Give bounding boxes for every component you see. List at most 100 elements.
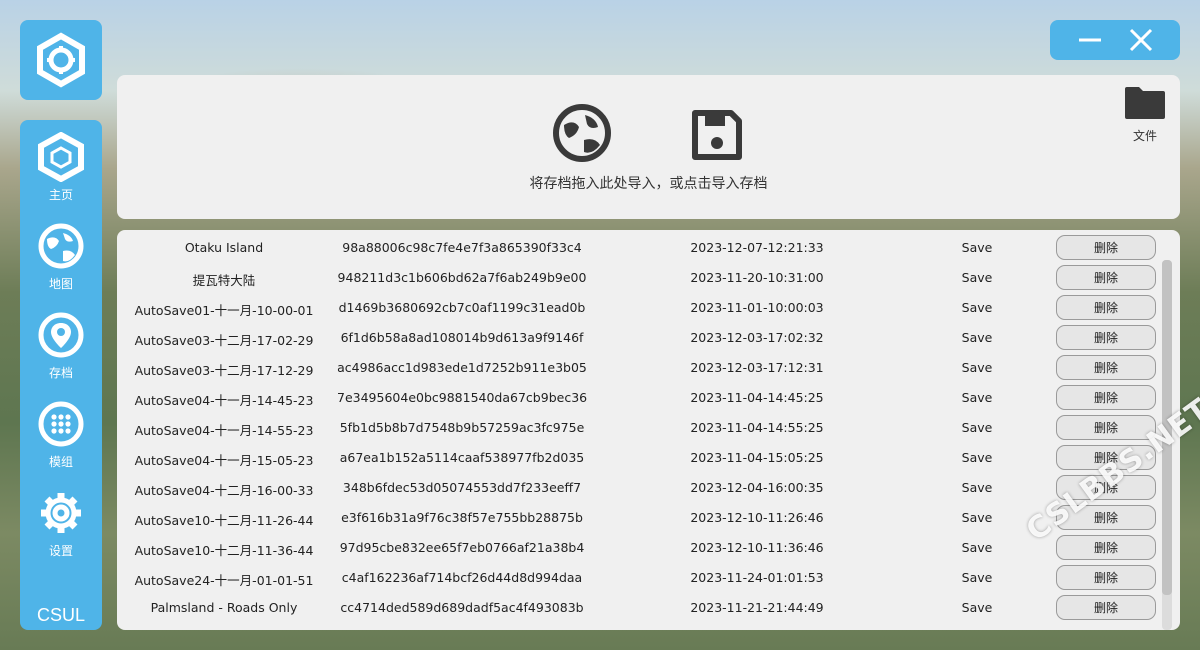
- delete-button[interactable]: 删除: [1056, 355, 1156, 380]
- file-button-label: 文件: [1132, 129, 1157, 143]
- save-date: 2023-11-01-10:00:03: [690, 300, 824, 315]
- delete-button[interactable]: 删除: [1056, 385, 1156, 410]
- delete-button[interactable]: 删除: [1056, 325, 1156, 350]
- save-type: Save: [961, 240, 993, 255]
- save-date: 2023-11-04-15:05:25: [690, 450, 824, 465]
- save-hash: 98a88006c98c7fe4e7f3a865390f33c4: [342, 240, 582, 255]
- app-logo: [20, 20, 102, 100]
- save-name: AutoSave04-十一月-14-55-23: [134, 423, 314, 438]
- cube-home-icon: [38, 132, 84, 182]
- gear-icon: [41, 493, 81, 533]
- save-date: 2023-12-04-16:00:35: [690, 480, 824, 495]
- save-name: 提瓦特大陆: [192, 273, 256, 288]
- save-name: AutoSave10-十二月-11-26-44: [134, 513, 314, 528]
- table-row: AutoSave24-十一月-01-01-51 c4af162236af714bc…: [117, 562, 1157, 592]
- save-name: AutoSave04-十二月-16-00-33: [134, 483, 314, 498]
- table-row: AutoSave01-十一月-10-00-01 d1469b3680692cb7c…: [117, 292, 1157, 322]
- table-row: AutoSave04-十一月-15-05-23 a67ea1b152a5114ca…: [117, 442, 1157, 472]
- save-name: Otaku Island: [184, 240, 264, 255]
- minimize-icon: [1078, 38, 1101, 42]
- save-date: 2023-11-20-10:31:00: [690, 270, 824, 285]
- brand-label: CSUL: [36, 605, 85, 625]
- sidebar-item-label: 主页: [48, 188, 73, 202]
- save-type: Save: [961, 600, 993, 615]
- table-row: AutoSave04-十二月-16-00-33 348b6fdec53d05074…: [117, 472, 1157, 502]
- delete-button[interactable]: 删除: [1056, 295, 1156, 320]
- floppy-disk-icon: [692, 110, 743, 160]
- import-map-button[interactable]: [552, 103, 612, 167]
- delete-button[interactable]: 删除: [1056, 535, 1156, 560]
- sidebar-item-label: 设置: [48, 544, 73, 558]
- save-date: 2023-12-03-17:02:32: [690, 330, 824, 345]
- delete-button[interactable]: 删除: [1056, 595, 1156, 620]
- sidebar: 主页 地图 存档 模组 设置 CSUL: [20, 120, 102, 630]
- close-button[interactable]: [1123, 22, 1159, 58]
- sidebar-item-label: 存档: [48, 366, 73, 380]
- save-type: Save: [961, 330, 993, 345]
- table-row: AutoSave04-十一月-14-55-23 5fb1d5b8b7d7548b9…: [117, 412, 1157, 442]
- table-row: Palmsland - Roads Only cc4714ded589d689da…: [117, 592, 1157, 622]
- save-date: 2023-11-21-21:44:49: [690, 600, 824, 615]
- save-rows: Otaku Island 98a88006c98c7fe4e7f3a865390f…: [117, 232, 1157, 622]
- save-type: Save: [961, 300, 993, 315]
- file-button[interactable]: 文件: [1122, 85, 1168, 144]
- delete-button[interactable]: 删除: [1056, 265, 1156, 290]
- save-type: Save: [961, 540, 993, 555]
- delete-button[interactable]: 删除: [1056, 235, 1156, 260]
- table-row: AutoSave03-十二月-17-02-29 6f1d6b58a8ad10801…: [117, 322, 1157, 352]
- close-icon: [1129, 28, 1152, 52]
- table-row: AutoSave03-十二月-17-12-29 ac4986acc1d983ede…: [117, 352, 1157, 382]
- import-hint-text: 将存档拖入此处导入，或点击导入存档: [529, 176, 768, 192]
- folder-icon: [1125, 87, 1165, 119]
- save-name: AutoSave24-十一月-01-01-51: [134, 573, 314, 588]
- sidebar-item-label: 地图: [48, 277, 73, 291]
- save-hash: c4af162236af714bcf26d44d8d994daa: [341, 570, 583, 585]
- save-name: AutoSave04-十一月-15-05-23: [134, 453, 314, 468]
- delete-button[interactable]: 删除: [1056, 565, 1156, 590]
- save-hash: d1469b3680692cb7c0af1199c31ead0b: [338, 300, 586, 315]
- save-date: 2023-12-03-17:12:31: [690, 360, 824, 375]
- save-hash: ac4986acc1d983ede1d7252b911e3b05: [337, 360, 587, 375]
- save-name: AutoSave04-十一月-14-45-23: [134, 393, 314, 408]
- save-type: Save: [961, 270, 993, 285]
- sidebar-item-home[interactable]: 主页: [20, 130, 102, 219]
- table-row: AutoSave10-十二月-11-36-44 97d95cbe832ee65f7…: [117, 532, 1157, 562]
- sidebar-item-label: 模组: [48, 455, 73, 469]
- save-type: Save: [961, 360, 993, 375]
- save-hash: a67ea1b152a5114caaf538977fb2d035: [339, 450, 585, 465]
- save-list: Otaku Island 98a88006c98c7fe4e7f3a865390f…: [117, 230, 1180, 630]
- save-type: Save: [961, 390, 993, 405]
- save-hash: 6f1d6b58a8ad108014b9d613a9f9146f: [340, 330, 584, 345]
- save-hash: 7e3495604e0bc9881540da67cb9bec36: [337, 390, 588, 405]
- save-date: 2023-11-04-14:55:25: [690, 420, 824, 435]
- sidebar-item-settings[interactable]: 设置: [20, 486, 102, 575]
- minimize-button[interactable]: [1072, 22, 1108, 58]
- table-row: AutoSave10-十二月-11-26-44 e3f616b31a9f76c38…: [117, 502, 1157, 532]
- save-name: Palmsland - Roads Only: [150, 600, 298, 615]
- import-save-button[interactable]: [689, 107, 745, 167]
- save-name: AutoSave03-十二月-17-12-29: [134, 363, 314, 378]
- import-drop-zone[interactable]: 将存档拖入此处导入，或点击导入存档 文件: [117, 75, 1180, 219]
- save-date: 2023-11-24-01:01:53: [690, 570, 824, 585]
- sidebar-item-mods[interactable]: 模组: [20, 397, 102, 486]
- table-row: 提瓦特大陆 948211d3c1b606bd62a7f6ab249b9e00 202…: [117, 262, 1157, 292]
- globe-icon: [38, 223, 84, 269]
- save-hash: 5fb1d5b8b7d7548b9b57259ac3fc975e: [339, 420, 585, 435]
- dots-grid-icon: [38, 401, 84, 447]
- save-hash: cc4714ded589d689dadf5ac4f493083b: [340, 600, 584, 615]
- location-pin-icon: [38, 312, 84, 358]
- save-type: Save: [961, 420, 993, 435]
- save-date: 2023-11-04-14:45:25: [690, 390, 824, 405]
- sidebar-item-saves[interactable]: 存档: [20, 308, 102, 397]
- table-row: AutoSave04-十一月-14-45-23 7e3495604e0bc9881…: [117, 382, 1157, 412]
- save-type: Save: [961, 480, 993, 495]
- save-name: AutoSave03-十二月-17-02-29: [134, 333, 314, 348]
- save-hash: 348b6fdec53d05074553dd7f233eeff7: [342, 480, 582, 495]
- save-date: 2023-12-10-11:26:46: [690, 510, 824, 525]
- save-name: AutoSave01-十一月-10-00-01: [134, 303, 314, 318]
- hexagon-gear-logo-icon: [37, 32, 85, 88]
- save-type: Save: [961, 510, 993, 525]
- globe-icon: [552, 104, 611, 162]
- sidebar-item-map[interactable]: 地图: [20, 219, 102, 308]
- save-type: Save: [961, 450, 993, 465]
